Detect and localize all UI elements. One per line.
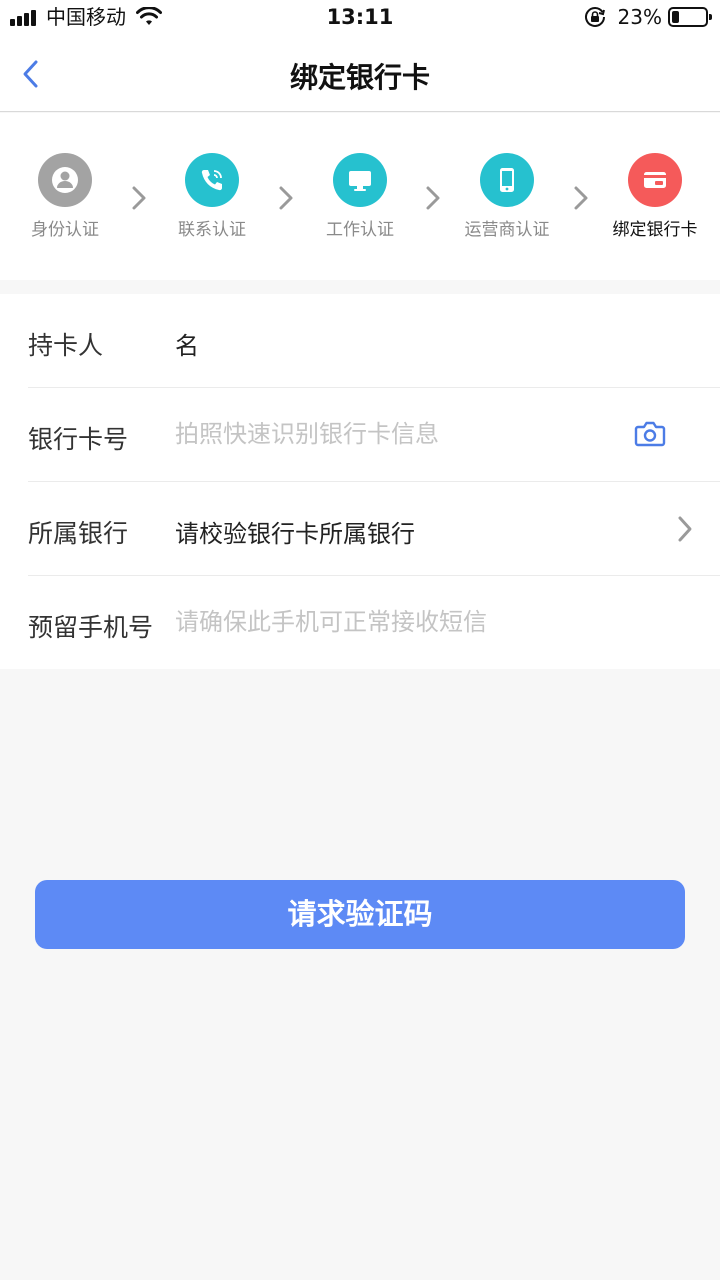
cardholder-label: 持卡人 xyxy=(28,331,104,360)
step-label: 联系认证 xyxy=(178,220,246,240)
bank-label: 所属银行 xyxy=(28,519,129,548)
orientation-lock-icon xyxy=(584,7,605,27)
battery-nub xyxy=(709,14,712,20)
card-number-input[interactable] xyxy=(175,414,615,454)
card-number-label: 银行卡号 xyxy=(28,425,129,454)
battery-icon xyxy=(668,7,712,27)
step-identity: 身份认证 xyxy=(0,153,130,240)
mobile-icon xyxy=(500,168,514,192)
step-label: 工作认证 xyxy=(326,220,394,240)
progress-steps: 身份认证 联系认证 工作认证 运营商认证 绑定银行卡 xyxy=(0,113,720,280)
phone-icon xyxy=(201,170,222,191)
cardholder-row: 持卡人 名 xyxy=(28,294,720,388)
nav-bar: 绑定银行卡 xyxy=(0,36,720,112)
cardholder-value: 名 xyxy=(175,332,199,360)
step-circle xyxy=(333,153,387,207)
bank-value: 请校验银行卡所属银行 xyxy=(175,520,415,548)
monitor-icon xyxy=(349,171,371,191)
step-label: 身份认证 xyxy=(31,220,99,240)
card-number-row: 银行卡号 xyxy=(28,388,720,482)
battery-percent: 23% xyxy=(617,5,662,29)
step-circle xyxy=(185,153,239,207)
step-circle xyxy=(38,153,92,207)
chevron-right-icon xyxy=(426,186,440,210)
page-title: 绑定银行卡 xyxy=(289,61,430,94)
status-bar: 中国移动 13:11 23% xyxy=(0,0,720,36)
step-label: 绑定银行卡 xyxy=(612,220,698,240)
card-icon xyxy=(644,172,666,188)
step-work: 工作认证 xyxy=(295,153,425,240)
phone-row: 预留手机号 xyxy=(28,576,720,670)
request-code-button[interactable]: 请求验证码 xyxy=(35,880,685,949)
step-circle xyxy=(480,153,534,207)
step-contact: 联系认证 xyxy=(147,153,277,240)
step-carrier: 运营商认证 xyxy=(442,153,572,240)
bank-card-form: 持卡人 名 银行卡号 所属银行 请校验银行卡所属银行 预留手机号 xyxy=(0,294,720,669)
chevron-right-icon xyxy=(678,516,692,542)
phone-input[interactable] xyxy=(175,602,615,642)
user-icon xyxy=(52,167,78,193)
bank-row[interactable]: 所属银行 请校验银行卡所属银行 xyxy=(28,482,720,576)
chevron-right-icon xyxy=(279,186,293,210)
camera-icon[interactable] xyxy=(634,420,666,448)
phone-label: 预留手机号 xyxy=(28,613,154,642)
step-label: 运营商认证 xyxy=(464,220,550,240)
step-bind-card: 绑定银行卡 xyxy=(590,153,720,240)
status-right: 23% xyxy=(584,5,712,29)
battery-level xyxy=(672,11,679,23)
step-circle xyxy=(628,153,682,207)
chevron-right-icon xyxy=(574,186,588,210)
